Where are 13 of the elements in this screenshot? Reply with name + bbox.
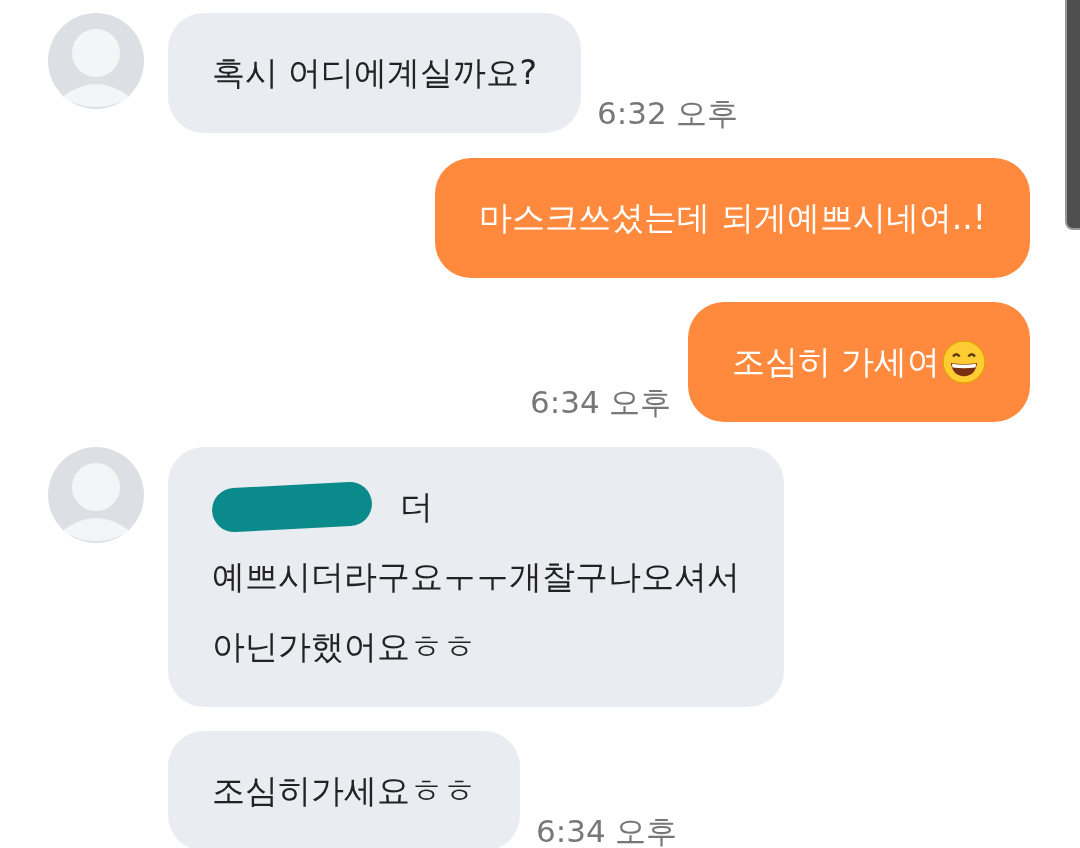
timestamp: 6:34 오후 xyxy=(536,812,678,848)
timestamp: 6:32 오후 xyxy=(597,94,739,133)
message-text: 마스크쓰셨는데 되게예쁘시네여..! xyxy=(479,196,986,239)
message-text: 조심히가세요ㅎㅎ xyxy=(212,770,476,812)
message-text: 아닌가했어요ㅎㅎ xyxy=(212,625,476,668)
message-text: 혹시 어디에계실까요? xyxy=(212,52,537,94)
message-text: 조심히 가세여 xyxy=(731,341,940,383)
message-text: 예쁘시더라구요ㅜㅜ개찰구나오셔서 xyxy=(212,555,740,598)
message-text: 더 xyxy=(400,485,433,528)
timestamp: 6:34 오후 xyxy=(530,383,672,422)
scrollbar[interactable] xyxy=(1065,0,1080,230)
avatar-icon[interactable] xyxy=(48,13,144,109)
avatar-icon[interactable] xyxy=(48,446,144,543)
